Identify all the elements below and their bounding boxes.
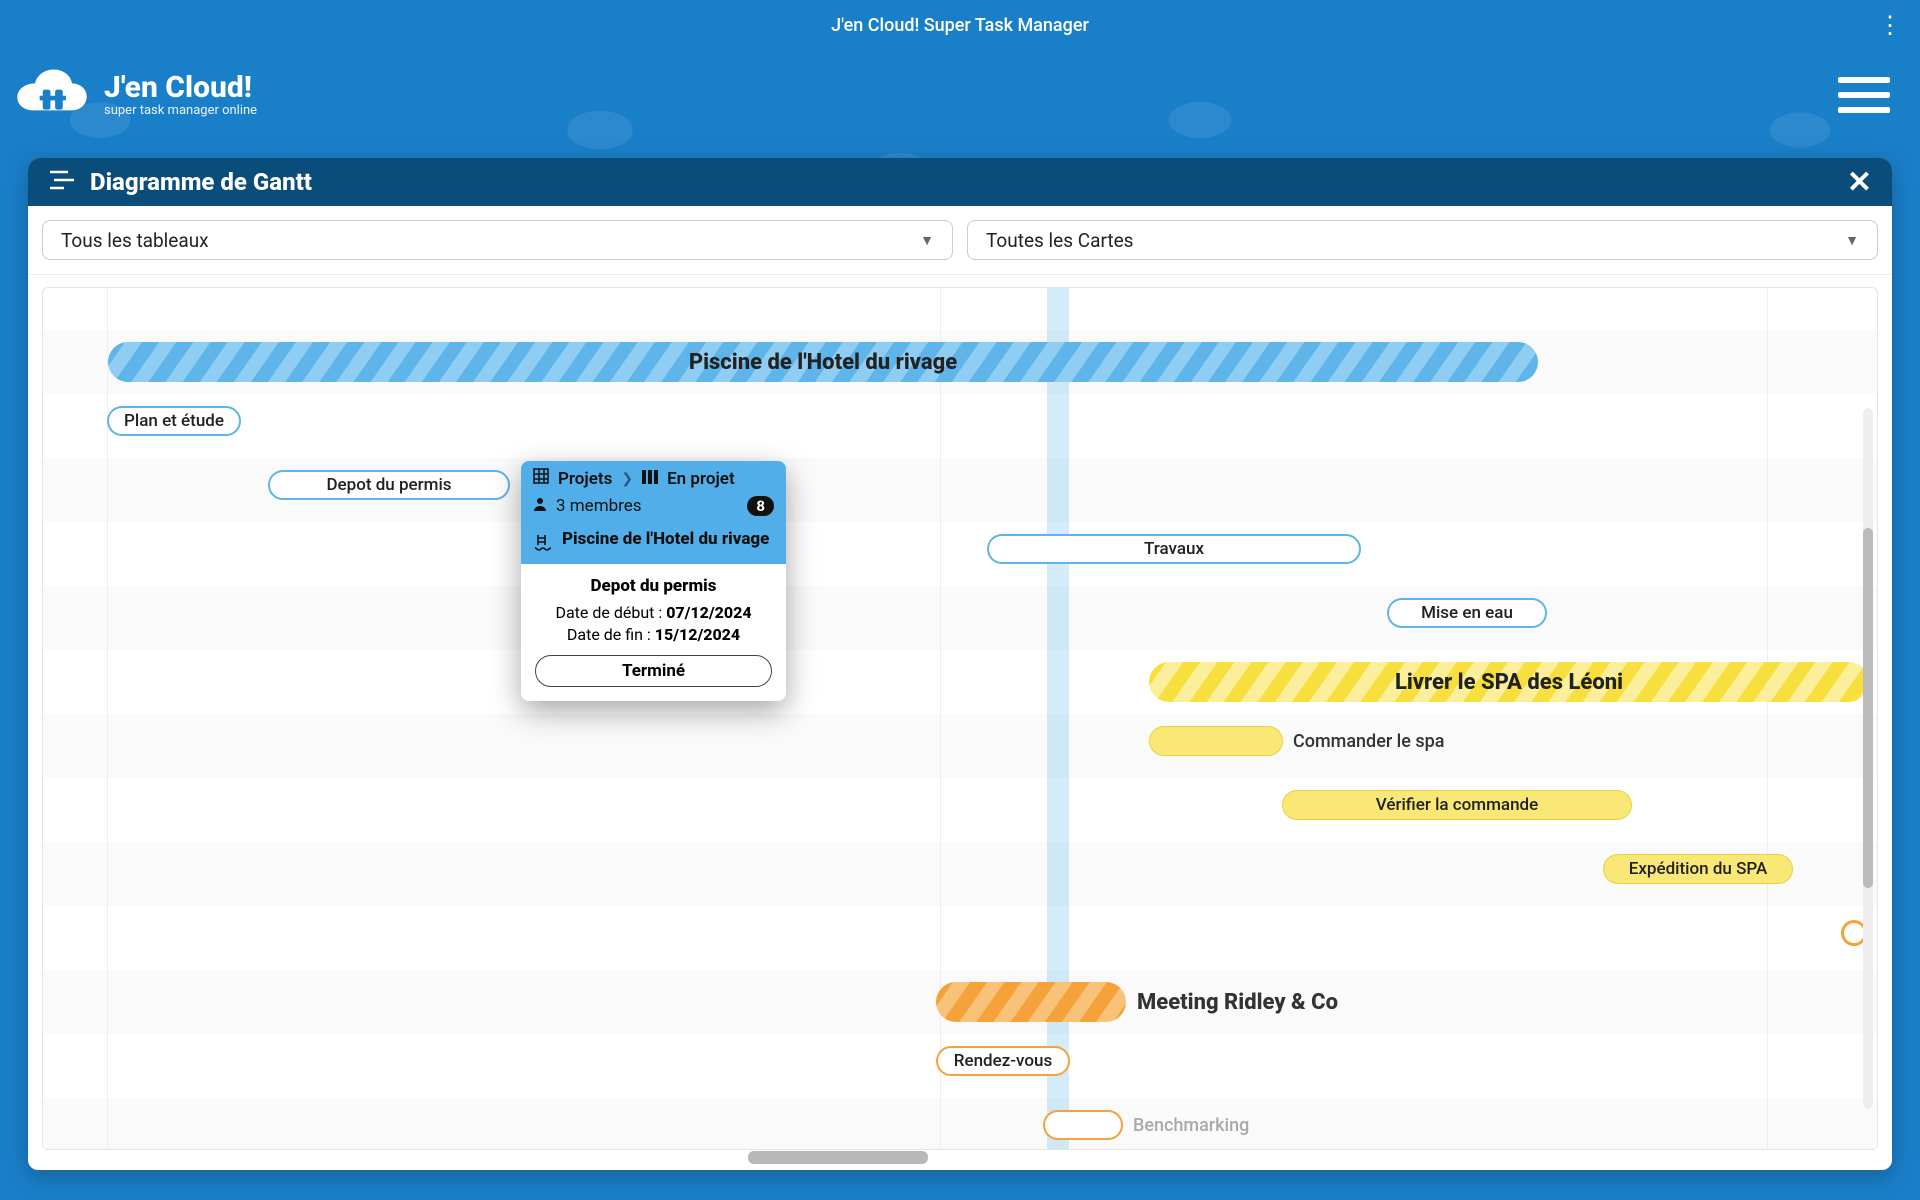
close-icon[interactable]: ✕	[1847, 165, 1872, 200]
cards-select[interactable]: Toutes les Cartes ▼	[967, 220, 1878, 260]
boards-select[interactable]: Tous les tableaux ▼	[42, 220, 953, 260]
scrollbar-thumb[interactable]	[748, 1151, 928, 1164]
brand-tagline: super task manager online	[104, 103, 257, 118]
gantt-task-bench[interactable]	[1043, 1110, 1123, 1140]
gantt-chart[interactable]: Piscine de l'Hotel du rivage Plan et étu…	[42, 287, 1878, 1150]
task-tooltip: Projets ❯ En projet 3 membres 8 Piscine …	[521, 461, 786, 701]
panel-title: Diagramme de Gantt	[90, 168, 312, 196]
chevron-right-icon: ❯	[621, 471, 633, 487]
gantt-group-piscine[interactable]: Piscine de l'Hotel du rivage	[108, 342, 1538, 382]
gantt-task-expedition[interactable]: Expédition du SPA	[1603, 854, 1793, 884]
app-header: J'en Cloud! super task manager online	[0, 50, 1920, 140]
horizontal-scrollbar[interactable]	[48, 1151, 1872, 1164]
task-label: Expédition du SPA	[1629, 859, 1767, 879]
pool-icon	[533, 532, 553, 557]
task-label: Travaux	[1144, 539, 1204, 559]
gantt-task-travaux[interactable]: Travaux	[987, 534, 1361, 564]
boards-select-value: Tous les tableaux	[61, 229, 209, 252]
task-label: Vérifier la commande	[1376, 795, 1539, 815]
gantt-task-plan[interactable]: Plan et étude	[107, 406, 241, 436]
user-icon	[533, 496, 547, 516]
tooltip-dates: Date de début : 07/12/2024 Date de fin :…	[535, 602, 772, 645]
tooltip-members: 3 membres	[556, 496, 642, 516]
task-label-ext: Benchmarking	[1133, 1105, 1249, 1145]
gantt-task-commander-spa[interactable]	[1149, 726, 1283, 756]
task-label: Rendez-vous	[954, 1051, 1052, 1071]
tooltip-badge: 8	[747, 496, 774, 516]
task-label: Plan et étude	[124, 411, 224, 431]
task-label: Mise en eau	[1421, 603, 1513, 623]
vertical-scrollbar[interactable]	[1863, 408, 1873, 1109]
gantt-panel: Diagramme de Gantt ✕ Tous les tableaux ▼…	[28, 158, 1892, 1170]
cards-select-value: Toutes les Cartes	[986, 229, 1133, 252]
group-label-ext: Meeting Ridley & Co	[1137, 982, 1338, 1022]
tooltip-task: Depot du permis	[535, 576, 772, 596]
panel-header: Diagramme de Gantt ✕	[28, 158, 1892, 206]
task-label-ext: Commander le spa	[1293, 721, 1444, 761]
chevron-down-icon: ▼	[1845, 232, 1859, 249]
tooltip-crumb-1: Projets	[558, 469, 612, 489]
titlebar: J'en Cloud! Super Task Manager ⋮	[0, 0, 1920, 50]
hamburger-menu-icon[interactable]	[1838, 77, 1890, 113]
tooltip-status: Terminé	[535, 655, 772, 687]
gantt-task-permis[interactable]: Depot du permis	[268, 470, 510, 500]
brand-name: J'en Cloud!	[104, 73, 257, 103]
kebab-menu-icon[interactable]: ⋮	[1878, 11, 1900, 39]
group-label: Piscine de l'Hotel du rivage	[689, 350, 957, 375]
gantt-chart-area: Piscine de l'Hotel du rivage Plan et étu…	[28, 275, 1892, 1170]
task-label: Depot du permis	[326, 475, 451, 495]
app-title: J'en Cloud! Super Task Manager	[831, 15, 1089, 36]
logo-text: J'en Cloud! super task manager online	[104, 73, 257, 118]
tooltip-project: Piscine de l'Hotel du rivage	[562, 530, 769, 550]
gantt-icon	[48, 168, 76, 196]
logo[interactable]: J'en Cloud! super task manager online	[12, 68, 257, 122]
group-label: Livrer le SPA des Léoni	[1395, 670, 1623, 695]
scrollbar-thumb[interactable]	[1863, 528, 1873, 888]
tooltip-crumb-2: En projet	[667, 469, 735, 489]
filter-bar: Tous les tableaux ▼ Toutes les Cartes ▼	[28, 206, 1892, 275]
cloud-logo-icon	[12, 68, 92, 122]
columns-icon	[642, 469, 658, 489]
gantt-task-rdv[interactable]: Rendez-vous	[936, 1046, 1070, 1076]
gantt-task-verifier[interactable]: Vérifier la commande	[1282, 790, 1632, 820]
gantt-task-mise-en-eau[interactable]: Mise en eau	[1387, 598, 1547, 628]
chevron-down-icon: ▼	[920, 232, 934, 249]
gantt-group-meeting[interactable]	[936, 982, 1126, 1022]
gantt-group-spa[interactable]: Livrer le SPA des Léoni	[1149, 662, 1869, 702]
grid-icon	[533, 468, 549, 489]
